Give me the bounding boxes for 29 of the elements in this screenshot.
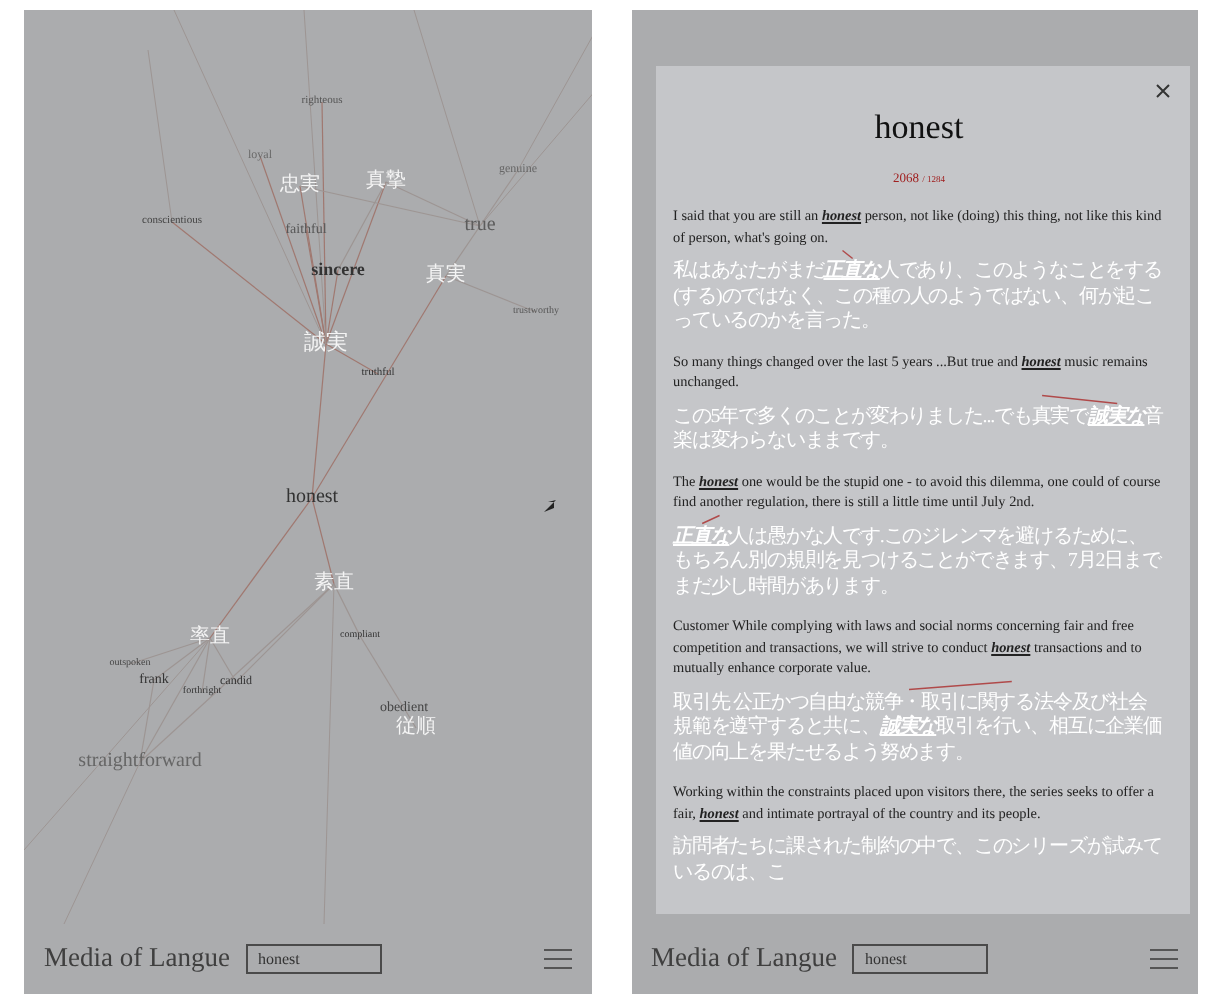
app-title: Media of Langue [44,940,230,977]
word-node[interactable]: 素直 [314,574,354,594]
japanese-sentence: 正直な人は愚かな人です.このジレンマを避けるために、もちろん別の規則を見つけることができます、7月2日までまだ少し時間があります。 [673,525,1164,601]
link-line [700,514,720,525]
menu-icon[interactable] [543,948,571,970]
word-node[interactable]: sincere [311,261,365,279]
word-node[interactable]: straightforward [78,752,202,772]
word-node[interactable]: honest [285,488,339,508]
search-field[interactable]: honest [852,944,989,974]
close-icon[interactable] [1155,84,1169,98]
word-node[interactable]: 真摯 [366,172,406,192]
menu-icon[interactable] [1150,948,1178,970]
link-line [907,680,1012,691]
word-node[interactable]: 率直 [190,628,230,648]
japanese-sentence: 取引先 公正かつ自由な競争・取引に関する法令及び社会規範を遵守すると共に、誠実な取引を行い、相互に企業価値の向上を果たせるよう努めます。 [673,691,1164,767]
word-node[interactable]: 真実 [426,266,466,286]
japanese-sentence: この5年で多くのことが変わりました...でも真実で誠実な音楽は変わらないままです。 [673,405,1165,456]
word-node[interactable]: 誠実 [304,333,348,355]
link-line [840,249,853,260]
word-node[interactable]: 忠実 [280,176,320,196]
app-title: Media of Langue [651,940,837,977]
word-node[interactable]: true [464,216,496,236]
search-field[interactable]: honest [245,944,382,974]
japanese-sentence: 私はあなたがまだ正直な人であり、このようなことをする(する)のではなく、この種の人のようではない、何が起こっているのかを言った。 [673,260,1164,336]
word-node[interactable]: 従順 [396,718,436,738]
link-line [1040,394,1117,405]
japanese-sentence: 訪問者たちに課された制約の中で、このシリーズが試みているのは、こ [673,836,1164,887]
modal-title: honest [872,106,966,150]
cursor-icon [544,500,556,512]
